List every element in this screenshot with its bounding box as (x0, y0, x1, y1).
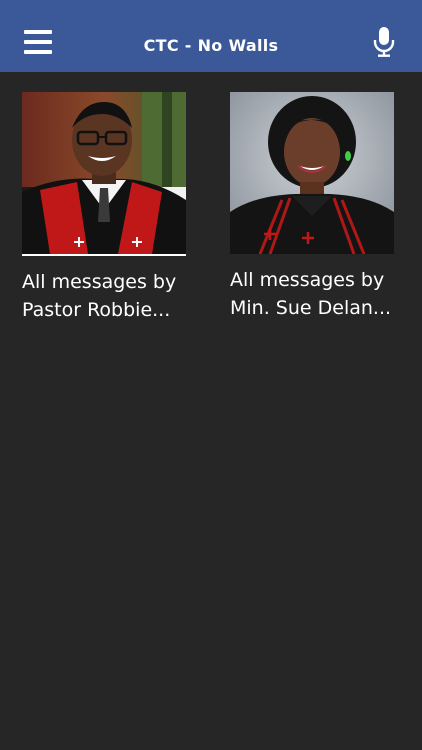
speaker-card-pastor-robbie[interactable]: All messages by Pastor Robbie... (22, 92, 186, 324)
top-app-bar: CTC - No Walls (0, 0, 422, 72)
caption-line-2: Pastor Robbie... (22, 299, 171, 321)
speaker-card-caption: All messages by Min. Sue Delan... (230, 266, 402, 322)
speaker-card-min-sue-delan[interactable]: All messages by Min. Sue Delan... (230, 92, 394, 322)
thumbnail-divider (22, 254, 186, 256)
caption-line-1: All messages by (230, 269, 385, 291)
caption-line-2: Min. Sue Delan... (230, 297, 392, 319)
microphone-icon[interactable] (372, 26, 396, 58)
caption-line-1: All messages by (22, 271, 177, 293)
app-title: CTC - No Walls (143, 36, 279, 55)
app-screen: CTC - No Walls All messages by Pastor Ro… (0, 0, 422, 750)
speaker-card-caption: All messages by Pastor Robbie... (22, 268, 194, 324)
speaker-photo (230, 92, 394, 254)
speaker-photo (22, 92, 186, 254)
